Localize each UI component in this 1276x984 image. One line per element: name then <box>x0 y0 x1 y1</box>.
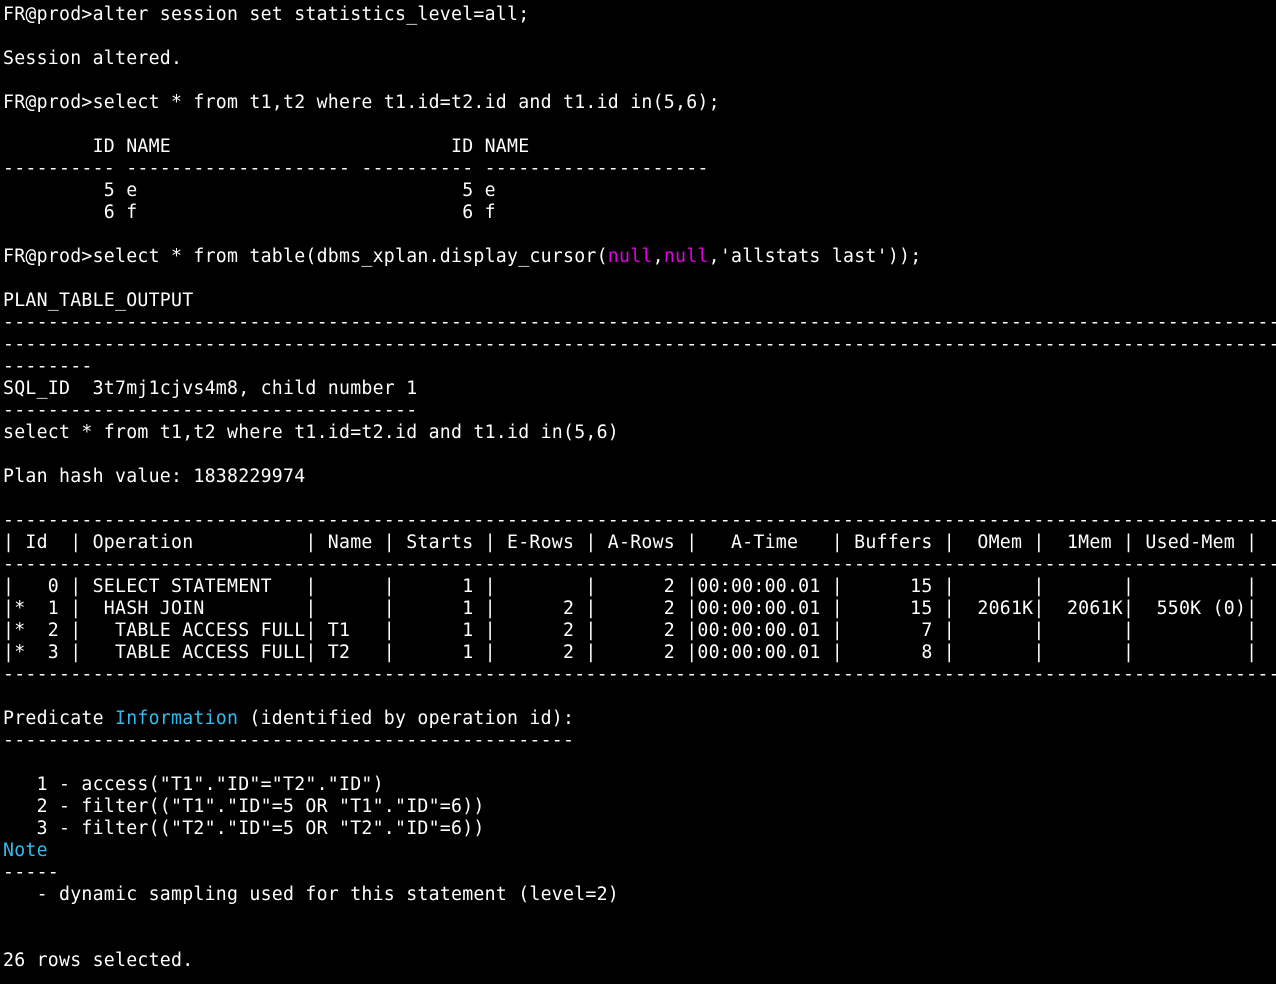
terminal-text: ID NAME ID NAME <box>3 136 530 157</box>
terminal-text: |* 2 | TABLE ACCESS FULL| T1 | 1 | 2 | 2… <box>3 620 1258 641</box>
terminal-line: 2 - filter(("T1"."ID"=5 OR "T1"."ID"=6)) <box>3 796 1276 818</box>
terminal-line: | Id | Operation | Name | Starts | E-Row… <box>3 532 1276 554</box>
terminal-text: | Id | Operation | Name | Starts | E-Row… <box>3 532 1258 553</box>
highlighted-word: Information <box>115 708 239 729</box>
terminal-line: Predicate Information (identified by ope… <box>3 708 1276 730</box>
terminal-text: ----------------------------------------… <box>3 664 1276 685</box>
terminal-line: 6 f 6 f <box>3 202 1276 224</box>
terminal-line: PLAN_TABLE_OUTPUT <box>3 290 1276 312</box>
terminal-line: ----------------------------------------… <box>3 730 1276 752</box>
terminal-line: -------- <box>3 356 1276 378</box>
terminal-line: | 0 | SELECT STATEMENT | | 1 | | 2 |00:0… <box>3 576 1276 598</box>
terminal-text: ----------------------------------------… <box>3 334 1276 355</box>
terminal-text: select * from t1,t2 where t1.id=t2.id an… <box>3 422 619 443</box>
terminal-text: , <box>652 246 664 267</box>
terminal-line: ---------- -------------------- --------… <box>3 158 1276 180</box>
terminal-text: Session altered. <box>3 48 183 69</box>
terminal-text: (identified by operation id): <box>238 708 575 729</box>
terminal-line: ----- <box>3 862 1276 884</box>
terminal-text: FR@prod>select * from table(dbms_xplan.d… <box>3 246 608 267</box>
terminal-text: - dynamic sampling used for this stateme… <box>3 884 619 905</box>
terminal-text: ----------------------------------------… <box>3 312 1276 333</box>
terminal-text: | 0 | SELECT STATEMENT | | 1 | | 2 |00:0… <box>3 576 1258 597</box>
terminal-text: ----- <box>3 862 59 883</box>
highlighted-word: Note <box>3 840 48 861</box>
terminal-text: SQL_ID 3t7mj1cjvs4m8, child number 1 <box>3 378 418 399</box>
terminal-line: ------------------------------------- <box>3 400 1276 422</box>
terminal-line: ----------------------------------------… <box>3 334 1276 356</box>
terminal-line: 5 e 5 e <box>3 180 1276 202</box>
terminal-line: |* 2 | TABLE ACCESS FULL| T1 | 1 | 2 | 2… <box>3 620 1276 642</box>
terminal-text: 3 - filter(("T2"."ID"=5 OR "T2"."ID"=6)) <box>3 818 485 839</box>
terminal-text: Plan hash value: 1838229974 <box>3 466 306 487</box>
terminal-window[interactable]: FR@prod>alter session set statistics_lev… <box>0 0 1276 984</box>
terminal-line: ----------------------------------------… <box>3 312 1276 334</box>
terminal-text: 6 f 6 f <box>3 202 496 223</box>
terminal-text: ----------------------------------------… <box>3 554 1276 575</box>
terminal-line: 26 rows selected. <box>3 950 1276 972</box>
terminal-line: - dynamic sampling used for this stateme… <box>3 884 1276 906</box>
terminal-line: 1 - access("T1"."ID"="T2"."ID") <box>3 774 1276 796</box>
terminal-text: 5 e 5 e <box>3 180 496 201</box>
terminal-line: FR@prod>select * from t1,t2 where t1.id=… <box>3 92 1276 114</box>
terminal-line: |* 1 | HASH JOIN | | 1 | 2 | 2 |00:00:00… <box>3 598 1276 620</box>
terminal-text: 1 - access("T1"."ID"="T2"."ID") <box>3 774 384 795</box>
terminal-line: 3 - filter(("T2"."ID"=5 OR "T2"."ID"=6)) <box>3 818 1276 840</box>
terminal-text: ,'allstats last')); <box>708 246 922 267</box>
terminal-line: SQL_ID 3t7mj1cjvs4m8, child number 1 <box>3 378 1276 400</box>
terminal-text: ----------------------------------------… <box>3 730 575 751</box>
terminal-line: FR@prod>select * from table(dbms_xplan.d… <box>3 246 1276 268</box>
terminal-text: ---------- -------------------- --------… <box>3 158 709 179</box>
terminal-text: Predicate <box>3 708 115 729</box>
terminal-line: Session altered. <box>3 48 1276 70</box>
terminal-line: Note <box>3 840 1276 862</box>
terminal-line: select * from t1,t2 where t1.id=t2.id an… <box>3 422 1276 444</box>
terminal-text: PLAN_TABLE_OUTPUT <box>3 290 194 311</box>
terminal-line: FR@prod>alter session set statistics_lev… <box>3 4 1276 26</box>
terminal-text: |* 1 | HASH JOIN | | 1 | 2 | 2 |00:00:00… <box>3 598 1258 619</box>
sql-null-keyword: null <box>607 246 653 267</box>
terminal-line: ----------------------------------------… <box>3 510 1276 532</box>
terminal-text: FR@prod>alter session set statistics_lev… <box>3 4 530 25</box>
terminal-line: ID NAME ID NAME <box>3 136 1276 158</box>
terminal-line: ----------------------------------------… <box>3 554 1276 576</box>
terminal-line: |* 3 | TABLE ACCESS FULL| T2 | 1 | 2 | 2… <box>3 642 1276 664</box>
terminal-line: Plan hash value: 1838229974 <box>3 466 1276 488</box>
terminal-text: FR@prod>select * from t1,t2 where t1.id=… <box>3 92 720 113</box>
sql-null-keyword: null <box>663 246 709 267</box>
terminal-text: 2 - filter(("T1"."ID"=5 OR "T1"."ID"=6)) <box>3 796 485 817</box>
terminal-text: ------------------------------------- <box>3 400 418 421</box>
terminal-text: ----------------------------------------… <box>3 510 1276 531</box>
terminal-text: |* 3 | TABLE ACCESS FULL| T2 | 1 | 2 | 2… <box>3 642 1258 663</box>
terminal-text: 26 rows selected. <box>3 950 194 971</box>
terminal-text: -------- <box>3 356 93 377</box>
terminal-line: ----------------------------------------… <box>3 664 1276 686</box>
